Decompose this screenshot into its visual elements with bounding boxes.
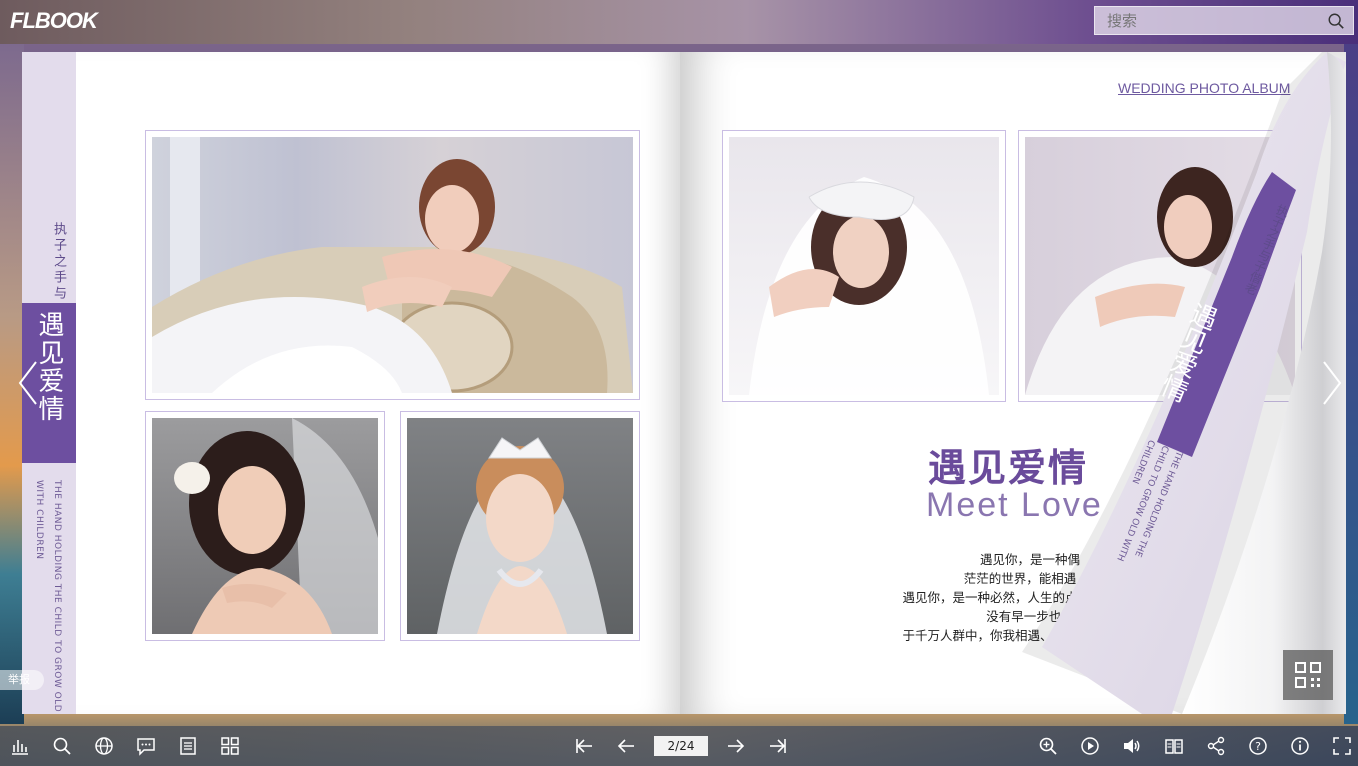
top-bar: FLBOOK (0, 0, 1358, 44)
brand-logo[interactable]: FLBOOK (10, 8, 98, 34)
flipbook: 执子之手与子偕老 遇见爱情 THE HAND HOLDING THE CHILD… (22, 52, 1346, 714)
thumbnails-icon[interactable] (220, 736, 240, 756)
share-icon[interactable] (1206, 736, 1226, 756)
stats-icon[interactable] (10, 736, 30, 756)
globe-icon[interactable] (94, 736, 114, 756)
photo-bride-veil-left (722, 130, 1006, 402)
photo-image (407, 418, 633, 634)
zoom-in-icon[interactable] (1038, 736, 1058, 756)
search-input[interactable] (1095, 7, 1321, 34)
help-icon[interactable]: ? (1248, 736, 1268, 756)
info-icon[interactable] (1290, 736, 1310, 756)
prev-page-arrow[interactable] (14, 358, 44, 408)
photo-bride-flower (145, 411, 385, 641)
page-number-input[interactable] (654, 736, 708, 756)
bride-flower-illustration (174, 418, 378, 634)
last-page-icon[interactable] (768, 736, 788, 756)
prev-page-icon[interactable] (616, 736, 636, 756)
comment-icon[interactable] (136, 736, 156, 756)
document-icon[interactable] (178, 736, 198, 756)
volume-icon[interactable] (1122, 736, 1142, 756)
next-page-arrow[interactable] (1316, 358, 1346, 408)
qr-code-button[interactable] (1283, 650, 1333, 700)
background-right (1344, 44, 1358, 724)
qr-code-icon (1295, 662, 1321, 688)
bottom-toolbar: ? (0, 726, 1358, 766)
photo-image (729, 137, 999, 395)
left-page[interactable]: 执子之手与子偕老 遇见爱情 THE HAND HOLDING THE CHILD… (22, 52, 680, 714)
search-icon[interactable] (52, 736, 72, 756)
first-page-icon[interactable] (574, 736, 594, 756)
next-page-icon[interactable] (726, 736, 746, 756)
bookmark-icon[interactable] (1164, 736, 1184, 756)
bride-tiara-illustration (437, 437, 607, 634)
photo-bride-sofa (145, 130, 640, 400)
search-box[interactable] (1094, 6, 1354, 35)
photo-image (152, 418, 378, 634)
bride-veil-illustration (749, 177, 989, 395)
svg-text:?: ? (1255, 740, 1261, 753)
photo-bride-tiara (400, 411, 640, 641)
play-icon[interactable] (1080, 736, 1100, 756)
fullscreen-icon[interactable] (1332, 736, 1352, 756)
bride-sofa-illustration (152, 137, 633, 393)
search-icon[interactable] (1327, 12, 1345, 30)
report-button[interactable]: 举报 (0, 670, 44, 690)
photo-image (152, 137, 633, 393)
